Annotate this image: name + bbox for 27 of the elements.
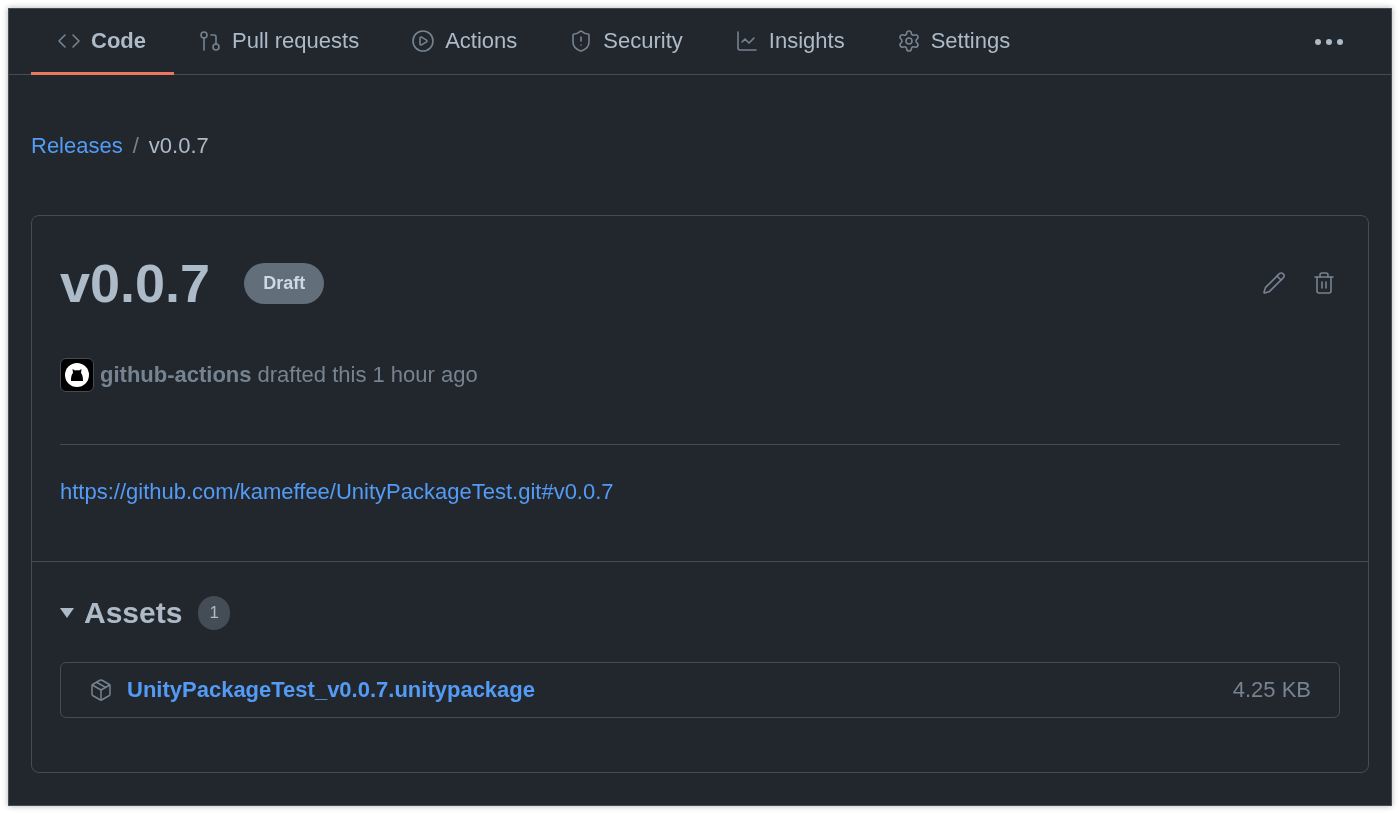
assets-heading: Assets [84, 596, 183, 630]
more-icon [1315, 38, 1343, 45]
package-icon [89, 678, 113, 702]
releases-link[interactable]: Releases [31, 133, 123, 159]
release-title: v0.0.7 [60, 252, 211, 314]
release-meta: drafted this 1 hour ago [257, 362, 478, 388]
nav-tab[interactable]: Pull requests [172, 9, 388, 75]
release-body-link[interactable]: https://github.com/kameffee/UnityPackageTest.git#v0.0.7 [60, 479, 614, 504]
asset-size: 4.25 KB [1232, 677, 1311, 703]
nav-tab[interactable]: Code [31, 9, 174, 75]
graph-icon [734, 28, 759, 53]
nav-tab[interactable]: Insights [708, 9, 873, 75]
nav-tab[interactable]: Security [543, 9, 711, 75]
asset-count: 1 [198, 596, 230, 630]
draft-label: Draft [244, 262, 325, 304]
breadcrumb-current: v0.0.7 [148, 133, 209, 159]
caret-icon[interactable] [60, 607, 74, 619]
asset-link[interactable]: UnityPackageTest_v0.0.7.unitypackage [127, 677, 535, 703]
nav-tab[interactable]: Actions [385, 9, 546, 75]
author-link[interactable]: github-actions [100, 362, 252, 388]
pencil-icon [1262, 271, 1286, 295]
trash-icon [1312, 271, 1336, 295]
play-icon [411, 28, 436, 53]
settings-icon [896, 28, 921, 53]
pull-request-icon [198, 28, 222, 53]
breadcrumb-separator: / [132, 133, 139, 159]
nav-tab[interactable]: Settings [870, 9, 1039, 75]
